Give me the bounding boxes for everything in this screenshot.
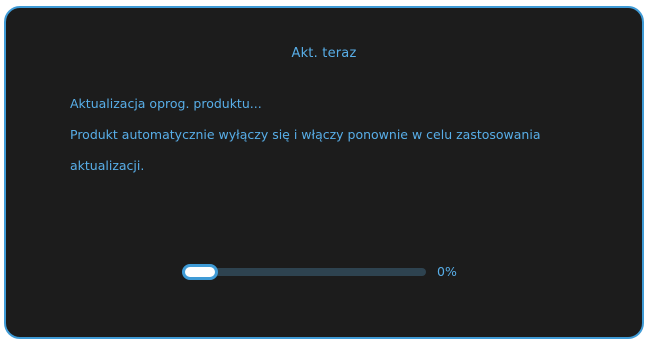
message-line-status: Aktualizacja oprog. produktu...	[70, 96, 262, 111]
message-line-restart-notice-cont: aktualizacji.	[70, 158, 145, 173]
progress-indicator	[182, 264, 218, 280]
progress-percent-label: 0%	[437, 264, 457, 279]
update-message: Aktualizacja oprog. produktu... Produkt …	[70, 88, 610, 181]
dialog-title: Akt. teraz	[291, 46, 357, 61]
update-progress-bar	[182, 264, 426, 280]
message-line-restart-notice: Produkt automatycznie wyłączy się i włąc…	[70, 127, 541, 142]
update-dialog: Akt. teraz Aktualizacja oprog. produktu.…	[4, 6, 644, 339]
